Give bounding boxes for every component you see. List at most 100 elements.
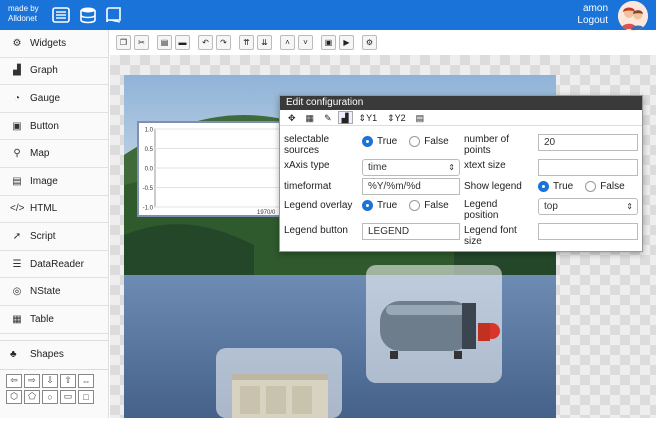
undo-icon[interactable]: ↶ bbox=[198, 35, 213, 50]
paste-icon[interactable]: ▤ bbox=[157, 35, 172, 50]
sidebar-item-html[interactable]: </> HTML bbox=[0, 196, 108, 224]
database-icon: ☰ bbox=[12, 258, 22, 270]
cut-icon[interactable]: ✂ bbox=[134, 35, 149, 50]
timeformat-input[interactable] bbox=[362, 178, 460, 195]
show-legend-label: Show legend bbox=[464, 181, 522, 192]
show-legend-true-radio[interactable] bbox=[538, 181, 549, 192]
y-tick-label: 0.5 bbox=[145, 147, 154, 153]
sidebar-item-label: Gauge bbox=[30, 92, 61, 104]
brand: made by Alldonet bbox=[8, 4, 39, 24]
legend-font-size-input[interactable] bbox=[538, 223, 638, 240]
shapes-label: Shapes bbox=[30, 349, 64, 361]
pentagon-shape-icon[interactable]: ⬠ bbox=[24, 389, 40, 404]
legend-button-input[interactable] bbox=[362, 223, 460, 240]
dialog-title: Edit configuration bbox=[280, 96, 642, 110]
tab-y1-label: Y1 bbox=[366, 113, 378, 123]
tab-chart-icon[interactable]: ▟ bbox=[337, 111, 353, 124]
save-icon[interactable]: ▣ bbox=[321, 35, 336, 50]
top-bar: made by Alldonet amon Logout bbox=[0, 0, 656, 31]
move-down-icon[interactable]: ˅ bbox=[298, 35, 313, 50]
y-tick-label: -0.5 bbox=[143, 186, 154, 192]
sidebar-item-label: Widgets bbox=[30, 37, 67, 49]
tab-y2-label: Y2 bbox=[394, 113, 406, 123]
sidebar-item-nstate[interactable]: ◎ NState bbox=[0, 278, 108, 306]
sidebar-item-label: NState bbox=[30, 286, 61, 298]
square-shape-icon[interactable]: □ bbox=[78, 389, 94, 404]
brand-line1: made by bbox=[8, 4, 39, 13]
sidebar-item-gauge[interactable]: ◔ Gauge bbox=[0, 85, 108, 113]
selectable-sources-radio: True False bbox=[362, 136, 457, 147]
arrow-up-shape-icon[interactable]: ⇧ bbox=[60, 373, 76, 388]
sidebar-item-label: Map bbox=[30, 148, 50, 160]
legend-overlay-false-radio[interactable] bbox=[409, 200, 421, 211]
tab-brush-icon[interactable]: ✎ bbox=[320, 111, 336, 124]
legend-position-label: Legend position bbox=[464, 199, 499, 221]
y-tick-label: -1.0 bbox=[143, 206, 154, 212]
arrow-down-shape-icon[interactable]: ⇩ bbox=[42, 373, 58, 388]
generator-image-widget[interactable] bbox=[216, 348, 342, 418]
xaxis-type-label: xAxis type bbox=[284, 160, 330, 171]
updown-icon: ⇕ bbox=[626, 202, 633, 211]
nstate-icon: ◎ bbox=[12, 286, 22, 298]
arrow-both-shape-icon[interactable]: ⇔ bbox=[78, 373, 94, 388]
y-tick-label: 0.0 bbox=[145, 167, 154, 173]
settings-icon[interactable]: ⚙ bbox=[362, 35, 377, 50]
sidebar-item-datareader[interactable]: ☰ DataReader bbox=[0, 251, 108, 279]
sidebar-item-button[interactable]: ▣ Button bbox=[0, 113, 108, 141]
boiler-icon bbox=[380, 301, 500, 359]
show-legend-false-radio[interactable] bbox=[585, 181, 597, 192]
redo-icon[interactable]: ↷ bbox=[216, 35, 231, 50]
hexagon-shape-icon[interactable]: ⬡ bbox=[6, 389, 22, 404]
radio-label: False bbox=[424, 136, 449, 147]
copy-icon[interactable]: ❐ bbox=[116, 35, 131, 50]
graph-widget-plot: 1.0 0.5 0.0 -0.5 -1.0 1970/0 bbox=[143, 128, 298, 215]
graph-widget[interactable]: 1.0 0.5 0.0 -0.5 -1.0 1970/0 bbox=[137, 121, 301, 217]
y-tick-label: 1.0 bbox=[145, 128, 154, 134]
gears-icon: ⚙ bbox=[12, 37, 22, 49]
shapes-icon: ♣ bbox=[10, 349, 17, 361]
tab-y1[interactable]: ⇕Y1 bbox=[355, 111, 382, 124]
circle-shape-icon[interactable]: ○ bbox=[42, 389, 58, 404]
legend-overlay-true-radio[interactable] bbox=[362, 200, 373, 211]
selectable-sources-false-radio[interactable] bbox=[409, 136, 421, 147]
move-up-icon[interactable]: ˄ bbox=[280, 35, 295, 50]
arrow-left-shape-icon[interactable]: ⇦ bbox=[6, 373, 22, 388]
boiler-image-widget[interactable] bbox=[366, 265, 502, 383]
shapes-header[interactable]: ♣ Shapes bbox=[0, 339, 108, 370]
sidebar: ⚙ Widgets ▟ Graph ◔ Gauge ▣ Button ⚲ Map ▤ Ima… bbox=[0, 30, 109, 418]
arrow-right-shape-icon[interactable]: ⇨ bbox=[24, 373, 40, 388]
sidebar-item-script[interactable]: ➚ Script bbox=[0, 223, 108, 251]
selectable-sources-true-radio[interactable] bbox=[362, 136, 373, 147]
delete-icon[interactable]: ▬ bbox=[175, 35, 190, 50]
list-icon[interactable] bbox=[52, 6, 70, 24]
sidebar-item-widgets[interactable]: ⚙ Widgets bbox=[0, 30, 108, 58]
tab-calendar-icon[interactable]: ▦ bbox=[302, 111, 319, 124]
rocket-icon: ➚ bbox=[12, 230, 22, 242]
legend-overlay-label: Legend overlay bbox=[284, 200, 353, 211]
tab-book-icon[interactable]: ▤ bbox=[412, 111, 429, 124]
sidebar-item-table[interactable]: ▦ Table bbox=[0, 306, 108, 334]
tab-y2[interactable]: ⇕Y2 bbox=[383, 111, 410, 124]
selectable-sources-label: selectable sources bbox=[284, 134, 330, 156]
avatar[interactable] bbox=[618, 1, 648, 31]
play-icon[interactable]: ▶ bbox=[339, 35, 354, 50]
book-icon[interactable] bbox=[105, 6, 123, 24]
dialog-tabs: ✥ ▦ ✎ ▟ ⇕Y1 ⇕Y2 ▤ bbox=[280, 110, 642, 126]
xaxis-type-value: time bbox=[368, 162, 387, 173]
chart-icon: ▟ bbox=[13, 65, 21, 77]
number-of-points-input[interactable] bbox=[538, 134, 638, 151]
database-icon[interactable] bbox=[79, 6, 97, 24]
sidebar-item-image[interactable]: ▤ Image bbox=[0, 168, 108, 196]
xaxis-type-select[interactable]: time ⇕ bbox=[362, 159, 460, 176]
logout-link[interactable]: Logout bbox=[577, 15, 608, 27]
send-to-back-icon[interactable]: ⇊ bbox=[257, 35, 272, 50]
radio-label: True bbox=[377, 136, 398, 147]
legend-position-select[interactable]: top ⇕ bbox=[538, 198, 638, 215]
bring-to-front-icon[interactable]: ⇈ bbox=[239, 35, 254, 50]
sidebar-item-label: Button bbox=[30, 120, 59, 132]
rectangle-shape-icon[interactable]: ▭ bbox=[60, 389, 76, 404]
tab-move-icon[interactable]: ✥ bbox=[284, 111, 300, 124]
sidebar-item-map[interactable]: ⚲ Map bbox=[0, 140, 108, 168]
xtext-size-input[interactable] bbox=[538, 159, 638, 176]
sidebar-item-graph[interactable]: ▟ Graph bbox=[0, 58, 108, 86]
